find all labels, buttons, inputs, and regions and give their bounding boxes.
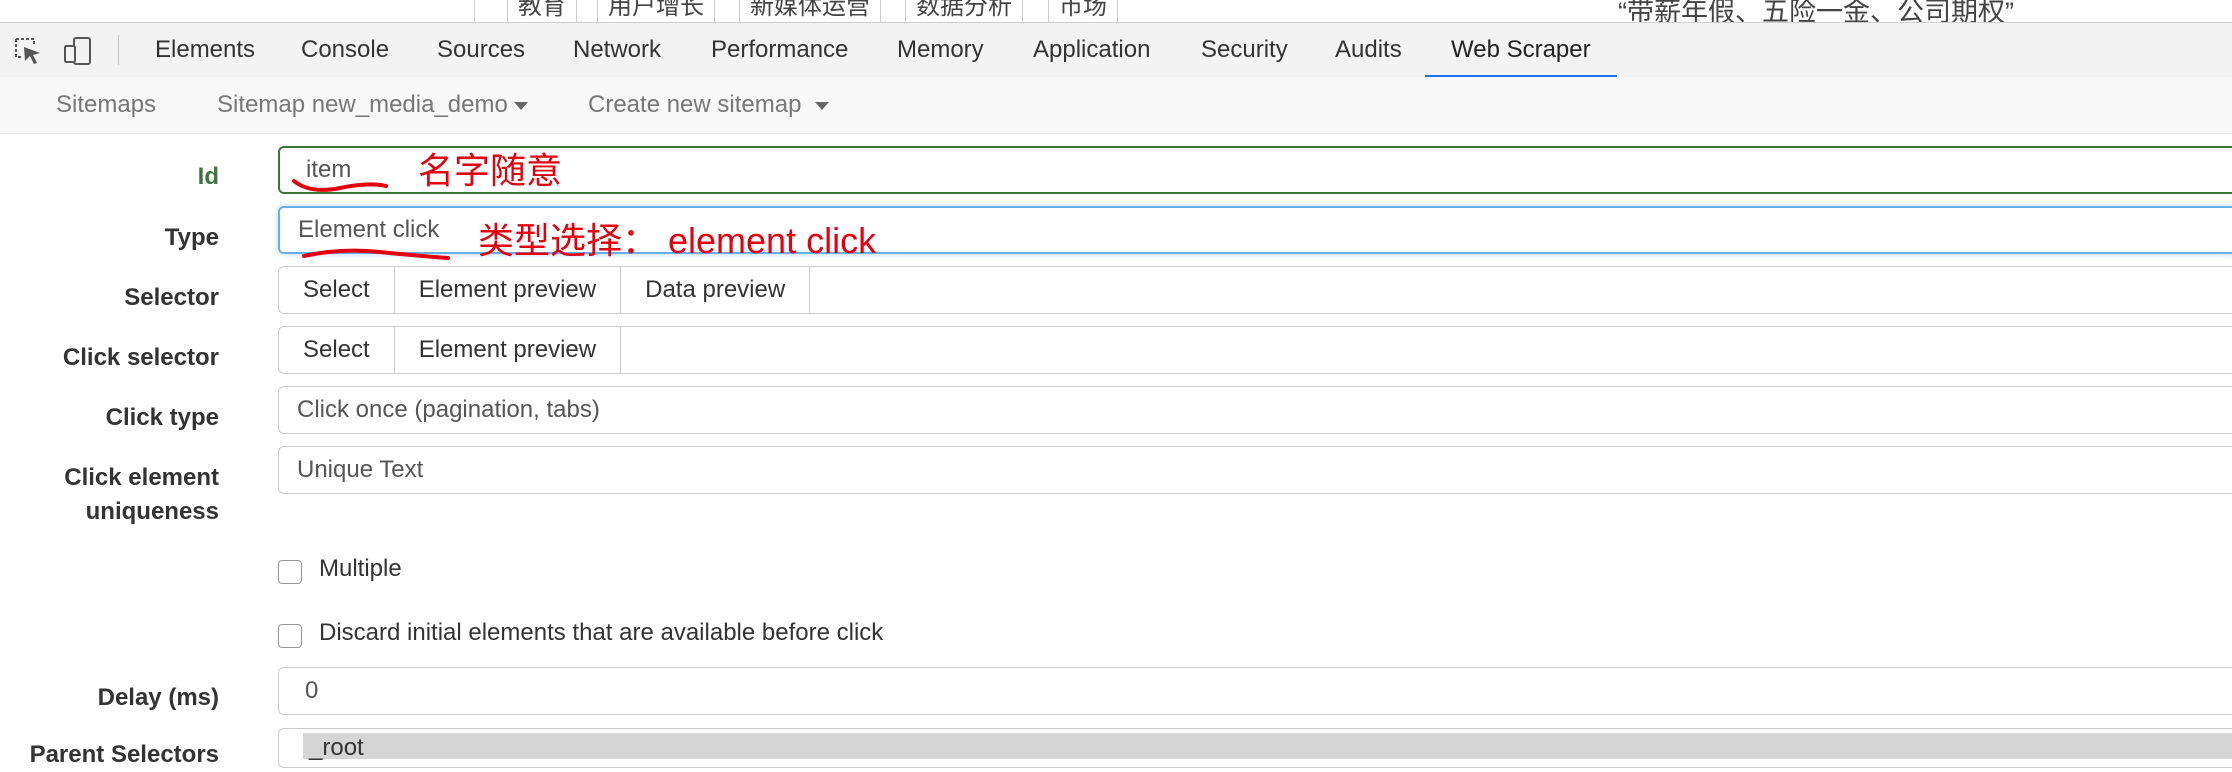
nav-sitemap-label: Sitemap new_media_demo [217,91,508,118]
selector-element-preview-button[interactable]: Element preview [394,267,622,313]
strip-quote: “带薪年假、五险一金、公司期权” [1618,0,2014,22]
tab-web-scraper[interactable]: Web Scraper [1425,23,1617,78]
strip-divider [474,0,475,22]
device-toolbar-icon[interactable] [62,35,94,67]
type-label: Type [164,224,219,251]
selector-data-preview-button[interactable]: Data preview [621,267,811,313]
parent-selectors-label: Parent Selectors [29,741,219,768]
delay-input[interactable]: 0 [278,667,2232,715]
strip-cell: 数据分析 [905,0,1023,22]
parent-selector-option[interactable]: _root [303,733,2232,761]
tab-application[interactable]: Application [1033,23,1150,77]
strip-cell: 用户增长 [597,0,715,22]
id-input[interactable]: item [278,146,2232,194]
nav-sitemap-dropdown[interactable]: Sitemap new_media_demo [217,77,528,133]
id-label: Id [197,163,219,190]
tab-elements[interactable]: Elements [155,23,255,77]
uniqueness-label-line2: uniqueness [85,498,219,525]
click-selector-button-group: Select Element preview [278,326,2232,374]
strip-cell: 新媒体运营 [739,0,881,22]
page-content-strip: 教育 用户增长 新媒体运营 数据分析 市场 “带薪年假、五险一金、公司期权” [0,0,2232,22]
click-type-label: Click type [105,404,219,431]
inspect-element-icon[interactable] [12,35,44,67]
click-selector-label: Click selector [62,344,219,371]
strip-cell: 教育 [507,0,577,22]
discard-initial-label: Discard initial elements that are availa… [319,619,884,646]
uniqueness-label-line1: Click element [64,464,219,491]
tab-console[interactable]: Console [301,23,389,77]
click-selector-select-button[interactable]: Select [279,327,395,373]
tab-audits[interactable]: Audits [1335,23,1402,77]
nav-sitemaps[interactable]: Sitemaps [56,77,156,133]
multiple-label: Multiple [319,555,402,582]
selector-button-group: Select Element preview Data preview [278,266,2232,314]
parent-selectors-list[interactable]: _root [278,728,2232,768]
tab-network[interactable]: Network [573,23,661,77]
caret-down-icon [815,101,830,110]
selector-select-button[interactable]: Select [279,267,395,313]
caret-down-icon [513,101,528,110]
click-type-select[interactable]: Click once (pagination, tabs) [278,386,2232,434]
strip-cell: 市场 [1048,0,1118,22]
discard-initial-checkbox[interactable] [278,624,302,648]
uniqueness-select[interactable]: Unique Text [278,446,2232,494]
tab-performance[interactable]: Performance [711,23,848,77]
delay-label: Delay (ms) [97,684,219,711]
type-underline-mark [302,248,450,260]
devtools-tab-bar: Elements Console Sources Network Perform… [0,22,2232,78]
multiple-checkbox[interactable] [278,560,302,584]
web-scraper-nav: Sitemaps Sitemap new_media_demo Create n… [0,77,2232,134]
tab-sources[interactable]: Sources [437,23,525,77]
selector-label: Selector [124,284,219,311]
click-selector-element-preview-button[interactable]: Element preview [394,327,622,373]
type-annotation-text: 类型选择： element click [478,220,877,261]
tab-security[interactable]: Security [1201,23,1288,77]
nav-create-label: Create new sitemap [588,91,802,118]
tab-memory[interactable]: Memory [897,23,984,77]
nav-create-sitemap-dropdown[interactable]: Create new sitemap [588,77,830,133]
toolbar-separator [118,35,119,65]
id-annotation-text: 名字随意 [418,150,563,191]
id-underline-mark [292,179,388,192]
